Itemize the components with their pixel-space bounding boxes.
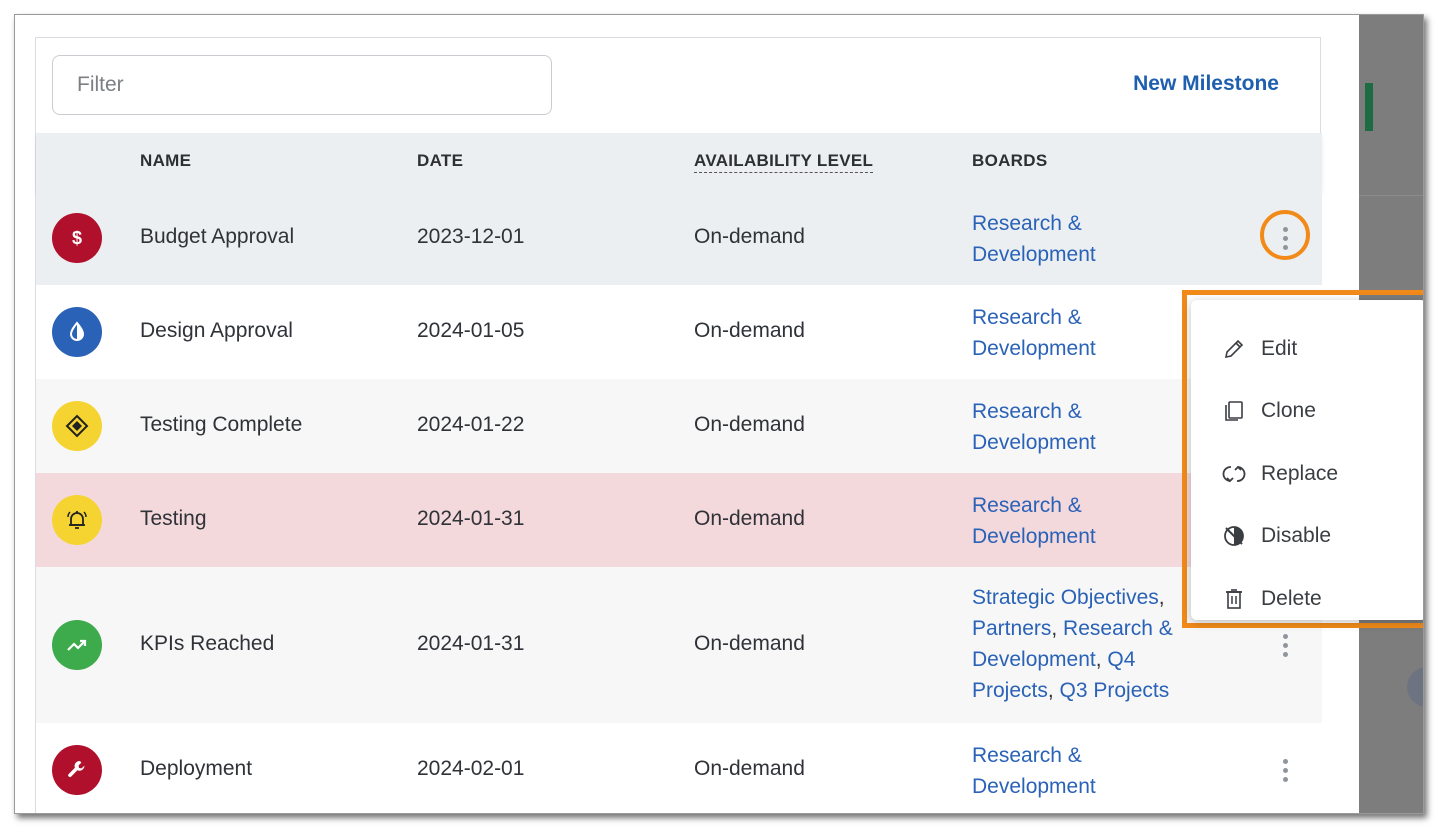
table-row[interactable]: Testing 2024-01-31 On-demand Research & … bbox=[36, 473, 1322, 567]
swap-icon bbox=[1221, 461, 1247, 487]
app-window: New Milestone NAME DATE AVAILABILITY LEV… bbox=[14, 14, 1424, 814]
table-row[interactable]: $ Budget Approval 2023-12-01 On-demand R… bbox=[36, 191, 1322, 285]
bell-icon bbox=[52, 495, 102, 545]
milestones-panel: New Milestone NAME DATE AVAILABILITY LEV… bbox=[35, 37, 1423, 813]
board-link[interactable]: Research & bbox=[1063, 617, 1173, 640]
column-date[interactable]: DATE bbox=[417, 151, 463, 171]
diamond-icon bbox=[52, 401, 102, 451]
availability-level: On-demand bbox=[694, 757, 805, 780]
dollar-icon: $ bbox=[52, 213, 102, 263]
board-link[interactable]: Partners bbox=[972, 617, 1051, 640]
column-availability-level[interactable]: AVAILABILITY LEVEL bbox=[694, 151, 874, 173]
boards-cell: Strategic Objectives, Partners, Research… bbox=[972, 586, 1173, 702]
board-link[interactable]: Research & bbox=[972, 400, 1082, 423]
menu-item-clone[interactable]: Clone bbox=[1191, 386, 1423, 436]
availability-level: On-demand bbox=[694, 319, 805, 342]
new-milestone-button[interactable]: New Milestone bbox=[1133, 72, 1279, 96]
board-link[interactable]: Q4 bbox=[1107, 648, 1135, 671]
milestone-name: Design Approval bbox=[140, 319, 293, 342]
more-actions-button[interactable] bbox=[1271, 752, 1299, 788]
menu-item-replace[interactable]: Replace bbox=[1191, 449, 1423, 499]
highlight-ring bbox=[1260, 210, 1310, 260]
table-row[interactable]: Deployment 2024-02-01 On-demand Research… bbox=[36, 723, 1322, 813]
milestone-date: 2024-01-22 bbox=[417, 413, 525, 436]
copy-icon bbox=[1221, 398, 1247, 424]
filter-input[interactable] bbox=[52, 55, 552, 115]
board-link[interactable]: Research & bbox=[972, 494, 1082, 517]
board-link[interactable]: Development bbox=[972, 243, 1096, 266]
menu-item-label: Edit bbox=[1261, 337, 1298, 360]
table-row[interactable]: Design Approval 2024-01-05 On-demand Res… bbox=[36, 285, 1322, 379]
menu-item-disable[interactable]: Disable bbox=[1191, 511, 1423, 561]
board-link[interactable]: Development bbox=[972, 648, 1096, 671]
milestone-date: 2024-01-31 bbox=[417, 507, 525, 530]
boards-cell: Research & Development bbox=[972, 490, 1212, 552]
board-link[interactable]: Research & bbox=[972, 744, 1082, 767]
menu-item-delete[interactable]: Delete bbox=[1191, 574, 1423, 624]
column-name[interactable]: NAME bbox=[140, 151, 191, 171]
board-link[interactable]: Research & bbox=[972, 212, 1082, 235]
board-link[interactable]: Development bbox=[972, 431, 1096, 454]
board-link[interactable]: Development bbox=[972, 337, 1096, 360]
milestone-date: 2024-01-31 bbox=[417, 632, 525, 655]
svg-text:$: $ bbox=[72, 228, 82, 248]
backdrop-accent-bar bbox=[1365, 83, 1373, 131]
availability-level: On-demand bbox=[694, 225, 805, 248]
menu-item-label: Disable bbox=[1261, 524, 1332, 547]
milestone-date: 2024-02-01 bbox=[417, 757, 525, 780]
availability-level: On-demand bbox=[694, 413, 805, 436]
board-link[interactable]: Development bbox=[972, 775, 1096, 798]
menu-item-label: Replace bbox=[1261, 462, 1339, 485]
more-actions-button[interactable] bbox=[1271, 627, 1299, 663]
board-link[interactable]: Development bbox=[972, 525, 1096, 548]
menu-item-edit[interactable]: Edit bbox=[1191, 324, 1423, 374]
trash-icon bbox=[1221, 586, 1247, 612]
board-link[interactable]: Research & bbox=[972, 306, 1082, 329]
boards-cell: Research & Development bbox=[972, 302, 1212, 364]
board-link[interactable]: Q3 Projects bbox=[1060, 679, 1170, 702]
column-boards[interactable]: BOARDS bbox=[972, 151, 1047, 171]
board-link[interactable]: Strategic Objectives bbox=[972, 586, 1159, 609]
availability-level: On-demand bbox=[694, 632, 805, 655]
availability-level: On-demand bbox=[694, 507, 805, 530]
table-row[interactable]: Testing Complete 2024-01-22 On-demand Re… bbox=[36, 379, 1322, 473]
table-header: NAME DATE AVAILABILITY LEVEL BOARDS bbox=[36, 133, 1322, 191]
milestone-name: Testing bbox=[140, 507, 207, 530]
contrast-icon bbox=[52, 307, 102, 357]
milestone-name: Testing Complete bbox=[140, 413, 303, 436]
menu-item-label: Clone bbox=[1261, 399, 1316, 422]
table-row[interactable]: KPIs Reached 2024-01-31 On-demand Strate… bbox=[36, 567, 1322, 723]
boards-cell: Research & Development bbox=[972, 208, 1212, 270]
milestone-name: Budget Approval bbox=[140, 225, 295, 248]
disable-icon bbox=[1221, 523, 1247, 549]
wrench-icon bbox=[52, 745, 102, 795]
boards-cell: Research & Development bbox=[972, 740, 1212, 802]
milestone-date: 2023-12-01 bbox=[417, 225, 525, 248]
milestone-name: Deployment bbox=[140, 757, 253, 780]
milestone-date: 2024-01-05 bbox=[417, 319, 525, 342]
milestone-name: KPIs Reached bbox=[140, 632, 275, 655]
backdrop-divider bbox=[1359, 195, 1423, 196]
menu-item-label: Delete bbox=[1261, 587, 1322, 610]
pencil-icon bbox=[1221, 336, 1247, 362]
row-actions-menu: Edit Clone Replace Disable Delete bbox=[1191, 300, 1423, 620]
trending-up-icon bbox=[52, 620, 102, 670]
boards-cell: Research & Development bbox=[972, 396, 1212, 458]
board-link[interactable]: Projects bbox=[972, 679, 1048, 702]
